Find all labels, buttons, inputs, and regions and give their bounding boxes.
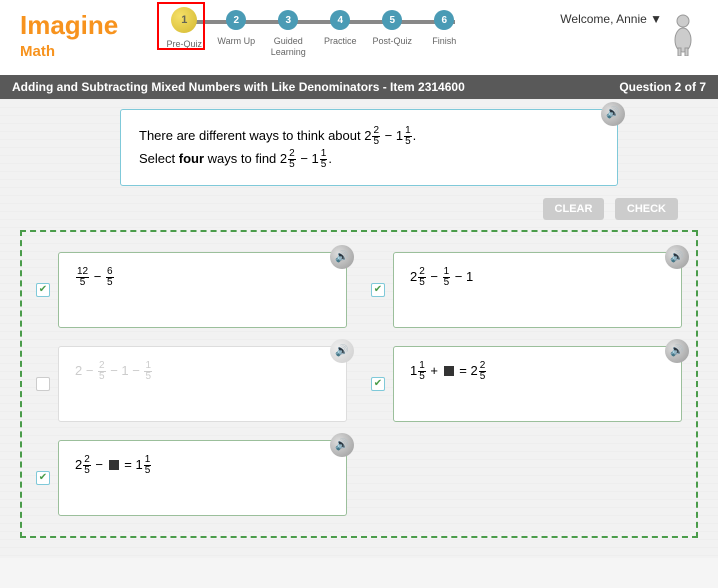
audio-icon: 🔊 [330,339,354,363]
step-label: Guided Learning [262,36,314,58]
step-number: 2 [226,10,246,30]
answer-card-b[interactable]: 🔊 225 − 15 − 1 [393,252,682,328]
answer-cell-e: ✔ 🔊 225 − = 115 [36,440,347,516]
question-line-2: Select four ways to find 225 − 115. [139,147,599,170]
answer-cell-d: ✔ 🔊 115 + = 225 [371,346,682,422]
answer-card-c[interactable]: 🔊 2 − 25 − 1 − 15 [58,346,347,422]
step-practice[interactable]: 4 Practice [314,10,366,47]
checkbox-e[interactable]: ✔ [36,471,50,485]
answers-container: ✔ 🔊 125 − 65 ✔ 🔊 225 − 15 − 1 ✔ 🔊 2 − [20,230,698,538]
answer-card-e[interactable]: 🔊 225 − = 115 [58,440,347,516]
checkbox-b[interactable]: ✔ [371,283,385,297]
audio-icon[interactable]: 🔊 [330,433,354,457]
answer-cell-a: ✔ 🔊 125 − 65 [36,252,347,328]
step-label: Warm Up [210,36,262,47]
audio-icon[interactable]: 🔊 [601,102,625,126]
question-box: 🔊 There are different ways to think abou… [120,109,618,186]
checkbox-c[interactable]: ✔ [36,377,50,391]
answer-cell-c: ✔ 🔊 2 − 25 − 1 − 15 [36,346,347,422]
question-number: Question 2 of 7 [619,80,706,94]
answer-cell-b: ✔ 🔊 225 − 15 − 1 [371,252,682,328]
step-label: Finish [418,36,470,47]
step-number: 4 [330,10,350,30]
answer-card-d[interactable]: 🔊 115 + = 225 [393,346,682,422]
check-button[interactable]: CHECK [615,198,678,220]
question-line-1: There are different ways to think about … [139,124,599,147]
audio-icon[interactable]: 🔊 [665,339,689,363]
step-pre-quiz[interactable]: 1 Pre-Quiz [158,10,210,50]
blank-icon [109,460,119,470]
step-number: 5 [382,10,402,30]
progress-bar: 1 Pre-Quiz 2 Warm Up 3 Guided Learning 4… [158,10,470,58]
step-number: 3 [278,10,298,30]
welcome-menu[interactable]: Welcome, Annie ▼ [560,10,698,56]
step-label: Post-Quiz [366,36,418,47]
highlight-box [157,2,205,50]
checkbox-a[interactable]: ✔ [36,283,50,297]
title-bar: Adding and Subtracting Mixed Numbers wit… [0,75,718,99]
header: Imagine Math 1 Pre-Quiz 2 Warm Up 3 Guid… [0,0,718,75]
logo-bottom: Math [20,43,118,60]
logo: Imagine Math [20,10,118,60]
welcome-text: Welcome, Annie ▼ [560,12,662,26]
item-title: Adding and Subtracting Mixed Numbers wit… [12,80,465,94]
step-number: 6 [434,10,454,30]
audio-icon[interactable]: 🔊 [330,245,354,269]
clear-button[interactable]: CLEAR [543,198,605,220]
step-post-quiz[interactable]: 5 Post-Quiz [366,10,418,47]
blank-icon [444,366,454,376]
step-finish[interactable]: 6 Finish [418,10,470,47]
avatar-icon [668,12,698,56]
step-warm-up[interactable]: 2 Warm Up [210,10,262,47]
answer-card-a[interactable]: 🔊 125 − 65 [58,252,347,328]
logo-top: Imagine [20,10,118,40]
step-guided-learning[interactable]: 3 Guided Learning [262,10,314,58]
action-buttons: CLEAR CHECK [20,198,678,220]
audio-icon[interactable]: 🔊 [665,245,689,269]
checkbox-d[interactable]: ✔ [371,377,385,391]
step-label: Practice [314,36,366,47]
main-content: 🔊 There are different ways to think abou… [0,99,718,558]
